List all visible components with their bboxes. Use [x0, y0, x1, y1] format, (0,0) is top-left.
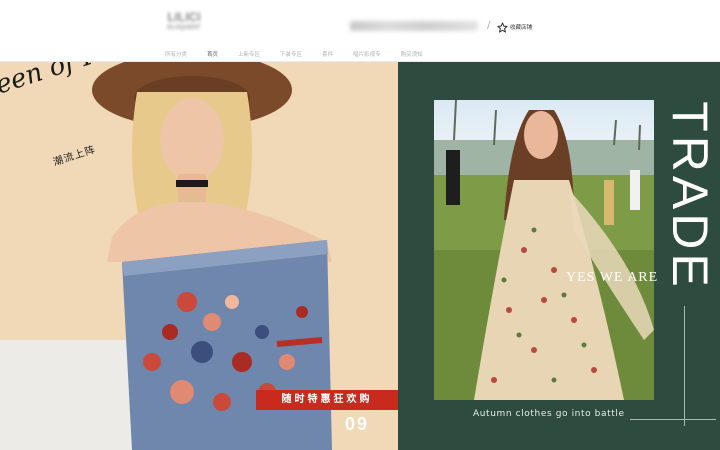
nav-item-all-categories[interactable]: 所有分类 [165, 50, 187, 58]
nav-item-purchase-notes[interactable]: 购买须知 [401, 50, 423, 58]
blurred-store-info [350, 21, 478, 31]
store-logo-text: LILICI [167, 10, 201, 24]
nav-item-media[interactable]: 唱片影视专 [353, 50, 381, 58]
nav-item-new-arrivals[interactable]: 上新专区 [238, 50, 260, 58]
store-logo[interactable]: LILICI ELOQUENT [166, 10, 202, 32]
promo-banner-left[interactable]: een of Re grace 潮流上阵 [0, 62, 398, 450]
star-outline-icon [497, 21, 508, 33]
overlay-text: YES WE ARE [566, 270, 659, 285]
vertical-title: TRADE [662, 86, 718, 306]
trend-tag: 潮流上阵 [51, 144, 98, 169]
nav-item-bottoms[interactable]: 下装专区 [280, 50, 302, 58]
page: LILICI ELOQUENT / 收藏店铺 所有分类 首页 上新专区 下装专区… [0, 0, 720, 450]
promo-number: 09 [345, 414, 370, 434]
decorative-horizontal-line [630, 419, 716, 420]
promo-red-banner: 随时特惠狂欢购 [256, 390, 398, 410]
banner-caption: Autumn clothes go into battle [473, 409, 625, 419]
nav-item-home[interactable]: 首页 [207, 50, 218, 58]
store-logo-subtext: ELOQUENT [167, 25, 201, 31]
store-header: LILICI ELOQUENT / 收藏店铺 所有分类 首页 上新专区 下装专区… [0, 0, 720, 62]
decorative-vertical-line [684, 306, 685, 426]
model-photo-floral-dress [434, 100, 654, 400]
favorite-store-label: 收藏店铺 [510, 25, 533, 31]
promo-banner-right[interactable]: TRADE YES WE ARE Autumn clothes go into … [398, 62, 720, 450]
favorite-store-button[interactable]: 收藏店铺 [497, 21, 532, 33]
nav-item-sets[interactable]: 套件 [322, 50, 333, 58]
store-nav: 所有分类 首页 上新专区 下装专区 套件 唱片影视专 购买须知 [165, 48, 443, 60]
vertical-title-text: TRADE [662, 101, 718, 291]
header-separator: / [487, 20, 491, 31]
